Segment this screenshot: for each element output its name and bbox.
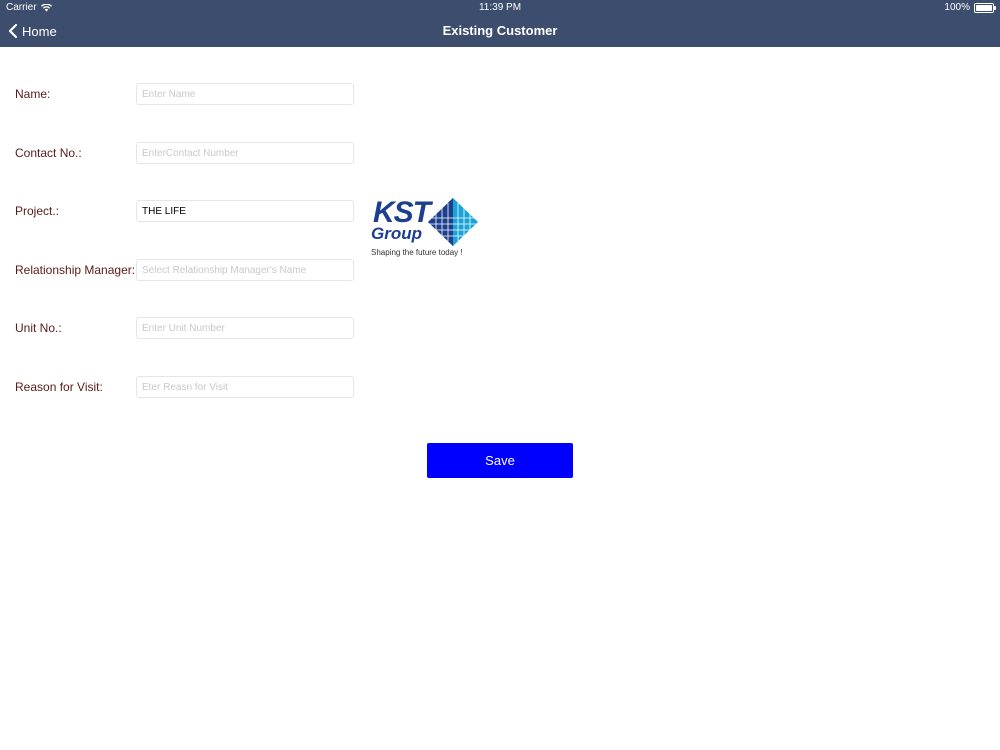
reason-row: Reason for Visit: bbox=[0, 376, 1000, 400]
contact-row: Contact No.: bbox=[0, 142, 1000, 166]
status-battery: 100% bbox=[944, 2, 996, 13]
manager-field[interactable] bbox=[136, 259, 354, 281]
company-logo: KST Group Shaping the future today ! bbox=[370, 196, 482, 260]
reason-label: Reason for Visit: bbox=[15, 380, 103, 394]
battery-percent: 100% bbox=[944, 2, 970, 13]
name-label: Name: bbox=[15, 87, 51, 101]
building-logo-icon bbox=[428, 198, 478, 246]
logo-tagline: Shaping the future today ! bbox=[371, 248, 463, 257]
project-field[interactable] bbox=[136, 200, 354, 222]
unit-row: Unit No.: bbox=[0, 317, 1000, 341]
project-row: Project.: bbox=[0, 200, 1000, 224]
navigation-bar: Carrier 11:39 PM 100% Home Existing Cust… bbox=[0, 0, 1000, 47]
unit-field[interactable] bbox=[136, 317, 354, 339]
manager-label: Relationship Manager: bbox=[15, 263, 136, 277]
project-label: Project.: bbox=[15, 204, 60, 218]
name-row: Name: bbox=[0, 83, 1000, 107]
contact-field[interactable] bbox=[136, 142, 354, 164]
manager-row: Relationship Manager: bbox=[0, 259, 1000, 283]
save-button[interactable]: Save bbox=[427, 443, 573, 478]
battery-icon bbox=[974, 2, 996, 13]
name-field[interactable] bbox=[136, 83, 354, 105]
logo-group-text: Group bbox=[371, 224, 422, 243]
contact-label: Contact No.: bbox=[15, 146, 82, 160]
reason-field[interactable] bbox=[136, 376, 354, 398]
unit-label: Unit No.: bbox=[15, 321, 62, 335]
status-time: 11:39 PM bbox=[478, 2, 522, 13]
page-title: Existing Customer bbox=[442, 23, 558, 38]
